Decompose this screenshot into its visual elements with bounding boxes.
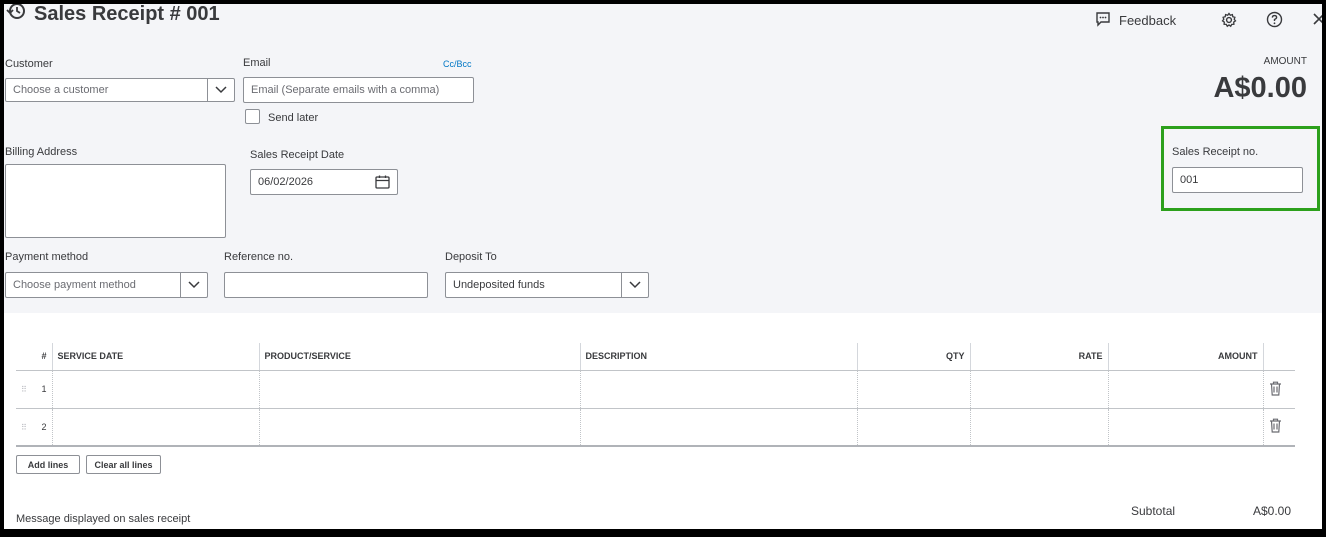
deposit-to-value: Undeposited funds (453, 279, 545, 291)
rate-cell[interactable] (970, 408, 1109, 447)
message-label: Message displayed on sales receipt (16, 513, 191, 525)
column-header-description: DESCRIPTION (580, 343, 858, 371)
receipt-no-input[interactable]: 001 (1172, 167, 1303, 193)
chevron-down-icon[interactable] (180, 273, 207, 297)
calendar-icon[interactable] (375, 175, 390, 192)
gear-icon[interactable] (1221, 12, 1237, 33)
email-placeholder: Email (Separate emails with a comma) (251, 84, 440, 96)
help-icon[interactable] (1266, 11, 1283, 33)
deposit-to-label: Deposit To (445, 251, 497, 263)
feedback-label: Feedback (1119, 13, 1177, 28)
drag-column-header (16, 343, 36, 371)
email-input[interactable]: Email (Separate emails with a comma) (243, 77, 474, 103)
receipt-date-label: Sales Receipt Date (250, 149, 345, 161)
row-number: 1 (36, 370, 53, 409)
chevron-down-icon[interactable] (207, 79, 234, 101)
billing-address-input[interactable] (5, 164, 226, 238)
column-header-service-date: SERVICE DATE (52, 343, 260, 371)
receipt-date-value: 06/02/2026 (258, 176, 314, 188)
product-service-cell[interactable] (259, 370, 581, 409)
description-cell[interactable] (580, 408, 858, 447)
amount-cell[interactable] (1108, 370, 1264, 409)
send-later-checkbox[interactable] (245, 109, 260, 124)
cc-bcc-link[interactable]: Cc/Bcc (443, 59, 472, 69)
amount-label: AMOUNT (1263, 56, 1307, 67)
trash-icon[interactable] (1263, 370, 1295, 409)
product-service-cell[interactable] (259, 408, 581, 447)
feedback-icon (1095, 11, 1111, 30)
qty-cell[interactable] (857, 408, 971, 447)
reference-no-label: Reference no. (224, 251, 294, 263)
service-date-cell[interactable] (52, 370, 260, 409)
rate-cell[interactable] (970, 370, 1109, 409)
customer-select[interactable]: Choose a customer (5, 78, 235, 102)
clear-all-lines-button[interactable]: Clear all lines (86, 455, 161, 474)
amount-value: A$0.00 (1213, 72, 1307, 104)
drag-handle-icon[interactable]: ⠿ (16, 408, 36, 447)
column-header-product-service: PRODUCT/SERVICE (259, 343, 581, 371)
history-icon[interactable] (6, 4, 26, 27)
column-header-qty: QTY (857, 343, 971, 371)
table-row: ⠿ 1 (16, 370, 1295, 409)
delete-column-header (1263, 343, 1295, 371)
payment-method-placeholder: Choose payment method (13, 279, 136, 291)
reference-no-input[interactable] (224, 272, 428, 298)
payment-method-select[interactable]: Choose payment method (5, 272, 208, 298)
column-header-num: # (36, 343, 53, 371)
trash-icon[interactable] (1263, 408, 1295, 447)
close-icon[interactable] (1312, 12, 1322, 31)
drag-handle-icon[interactable]: ⠿ (16, 370, 36, 409)
chevron-down-icon[interactable] (621, 273, 648, 297)
feedback-button[interactable]: Feedback (1095, 11, 1176, 30)
billing-address-label: Billing Address (5, 146, 78, 158)
deposit-to-select[interactable]: Undeposited funds (445, 272, 649, 298)
subtotal-label: Subtotal (1131, 504, 1176, 518)
column-header-rate: RATE (970, 343, 1109, 371)
line-items-table: # SERVICE DATE PRODUCT/SERVICE DESCRIPTI… (16, 343, 1295, 447)
send-later-label: Send later (268, 112, 319, 124)
qty-cell[interactable] (857, 370, 971, 409)
description-cell[interactable] (580, 370, 858, 409)
sales-receipt-window: Sales Receipt # 001 Feedback Customer Ch… (4, 4, 1322, 529)
receipt-date-input[interactable]: 06/02/2026 (250, 169, 398, 195)
table-header-row: # SERVICE DATE PRODUCT/SERVICE DESCRIPTI… (16, 343, 1295, 371)
receipt-no-label: Sales Receipt no. (1172, 146, 1259, 158)
table-row: ⠿ 2 (16, 408, 1295, 447)
service-date-cell[interactable] (52, 408, 260, 447)
email-label: Email (243, 57, 271, 69)
payment-method-label: Payment method (5, 251, 89, 263)
row-number: 2 (36, 408, 53, 447)
header-panel (4, 4, 1322, 313)
add-lines-button[interactable]: Add lines (16, 455, 80, 474)
subtotal-value: A$0.00 (1253, 504, 1292, 518)
customer-label: Customer (5, 58, 53, 70)
page-title-row: Sales Receipt # 001 (6, 4, 220, 27)
customer-placeholder: Choose a customer (13, 84, 109, 96)
page-title: Sales Receipt # 001 (34, 4, 220, 25)
receipt-no-value: 001 (1180, 174, 1199, 186)
column-header-amount: AMOUNT (1108, 343, 1264, 371)
amount-cell[interactable] (1108, 408, 1264, 447)
